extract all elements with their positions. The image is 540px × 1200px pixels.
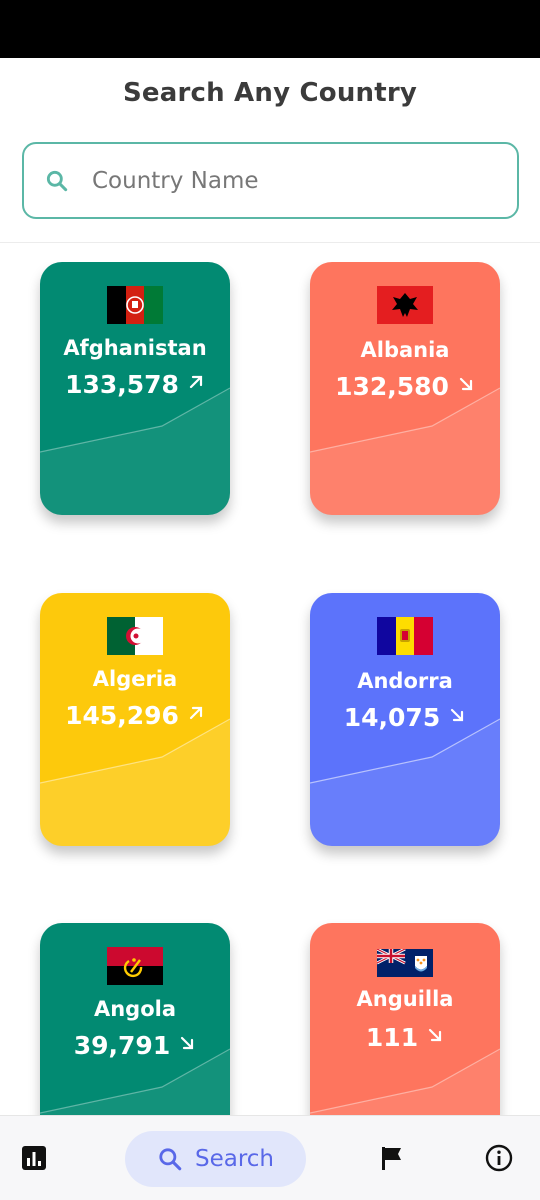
arrow-down-right-icon [428,1028,442,1042]
country-value-row: 39,791 [40,1031,230,1060]
status-bar [0,0,540,58]
country-name: Anguilla [356,987,454,1011]
flag-anguilla-icon [377,949,433,977]
divider [0,242,540,243]
country-value: 132,580 [335,372,449,401]
search-icon [46,170,68,191]
nav-search-button[interactable]: Search [125,1131,306,1187]
country-card-anguilla[interactable]: Anguilla 111 [310,923,500,1115]
country-value-row: 145,296 [40,701,230,730]
flag-albania-icon [377,286,433,324]
flag-andorra-icon [377,617,433,655]
country-card-andorra[interactable]: Andorra 14,075 [310,593,500,846]
search-field[interactable] [22,142,519,219]
country-value: 111 [365,1023,419,1052]
country-value-row: 132,580 [310,372,500,401]
flag-angola-icon [107,947,163,985]
flag-icon[interactable] [378,1144,406,1172]
country-name: Angola [93,997,177,1021]
country-card-afghanistan[interactable]: Afghanistan 133,578 [40,262,230,515]
page-title: Search Any Country [122,78,418,108]
arrow-down-right-icon [459,377,473,391]
country-card-angola[interactable]: Angola 39,791 [40,923,230,1115]
arrow-down-right-icon [451,708,464,722]
country-value: 133,578 [65,370,179,399]
arrow-down-right-icon [181,1036,194,1050]
country-grid: Afghanistan 133,578 Albania 132,580 Alge… [0,262,540,1115]
country-name: Algeria [92,667,178,691]
info-icon[interactable] [485,1144,513,1172]
country-value: 39,791 [73,1031,171,1060]
search-icon [159,1148,182,1171]
country-name: Albania [360,338,450,362]
country-name: Afghanistan [63,336,207,360]
arrow-up-right-icon [189,706,203,720]
search-input[interactable] [92,167,492,194]
country-name: Andorra [357,669,453,693]
country-value-row: 111 [310,1023,500,1052]
country-value-row: 14,075 [310,703,500,732]
arrow-up-right-icon [189,375,203,389]
country-value: 145,296 [65,701,179,730]
nav-search-label: Search [194,1146,275,1172]
country-card-albania[interactable]: Albania 132,580 [310,262,500,515]
bottom-navigation: Search [0,1115,540,1200]
bar-chart-icon[interactable] [20,1144,48,1172]
country-value: 14,075 [343,703,441,732]
country-value-row: 133,578 [40,370,230,399]
flag-algeria-icon [107,617,163,655]
country-card-algeria[interactable]: Algeria 145,296 [40,593,230,846]
flag-afghanistan-icon [107,286,163,324]
